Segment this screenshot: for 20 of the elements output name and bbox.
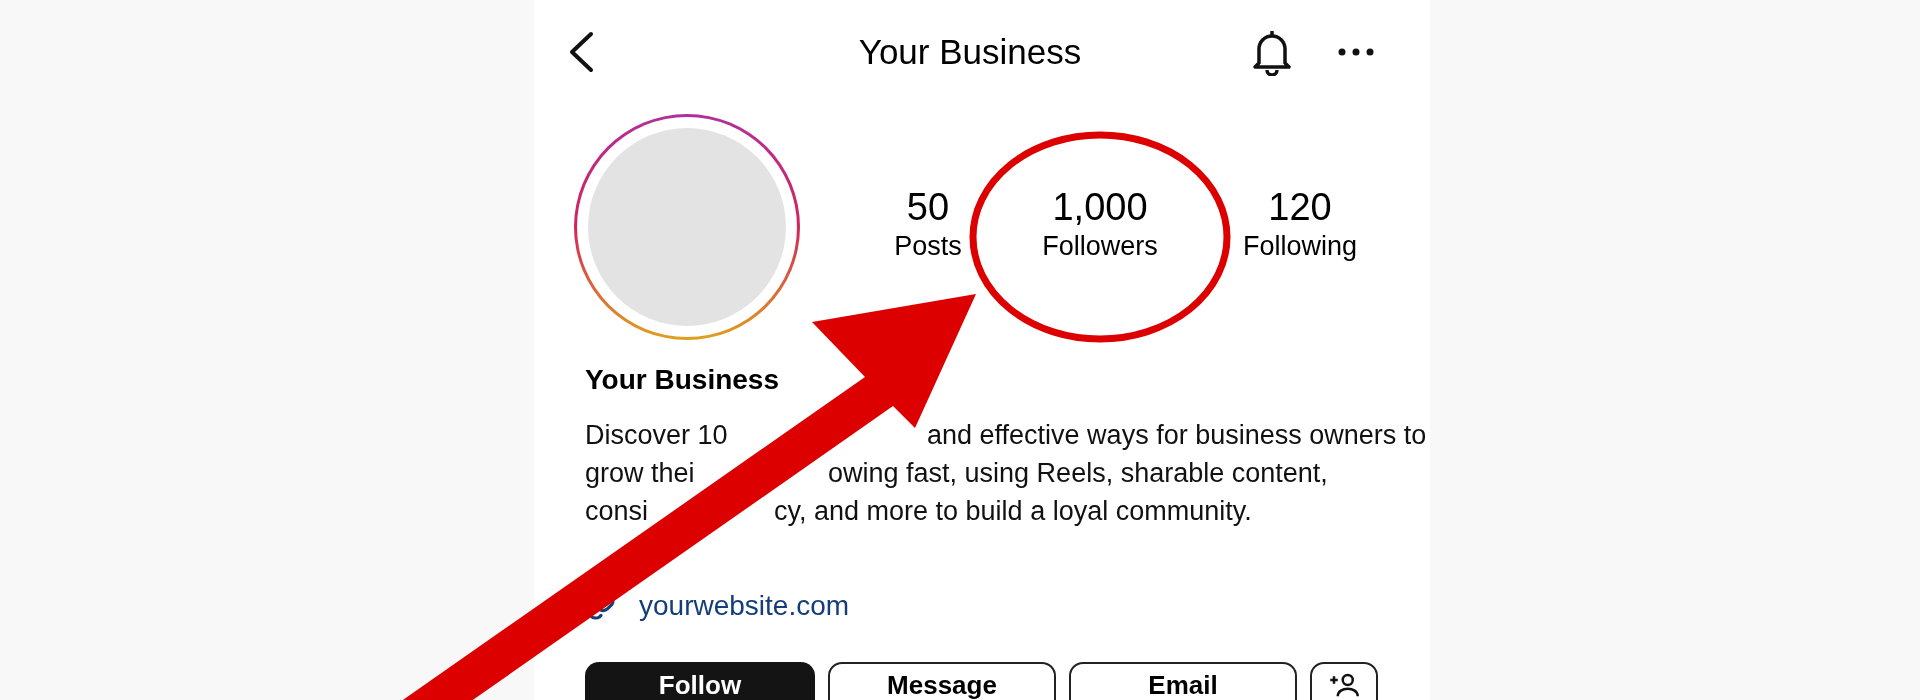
stat-count: 50 xyxy=(906,185,950,230)
stat-label[interactable]: Following xyxy=(1242,230,1358,262)
bell-icon[interactable] xyxy=(1250,28,1294,76)
profile-name: Your Business xyxy=(585,363,780,397)
action-button[interactable]: Email xyxy=(1069,662,1297,700)
stat-count: 1,000 xyxy=(1052,185,1148,230)
stat-label[interactable]: Followers xyxy=(1042,230,1158,262)
stat-label[interactable]: Posts xyxy=(894,230,962,262)
bio-text: cy, and more to build a loyal community. xyxy=(774,495,1252,528)
bio-text: and effective ways for business owners to xyxy=(927,419,1427,452)
page-title: Your Business xyxy=(858,30,1082,73)
bio-text: Discover 10 xyxy=(585,420,728,450)
bio-text: owing fast, using Reels, sharable content, xyxy=(828,457,1328,490)
website-link[interactable]: yourwebsite.com xyxy=(639,589,850,623)
bio-text: grow thei xyxy=(585,458,695,488)
bio-text: consi xyxy=(585,496,649,526)
more-icon[interactable] xyxy=(1338,48,1374,56)
action-button[interactable]: Message xyxy=(828,662,1056,700)
follow-button[interactable]: Follow xyxy=(585,662,815,700)
stat-count: 120 xyxy=(1268,185,1332,230)
